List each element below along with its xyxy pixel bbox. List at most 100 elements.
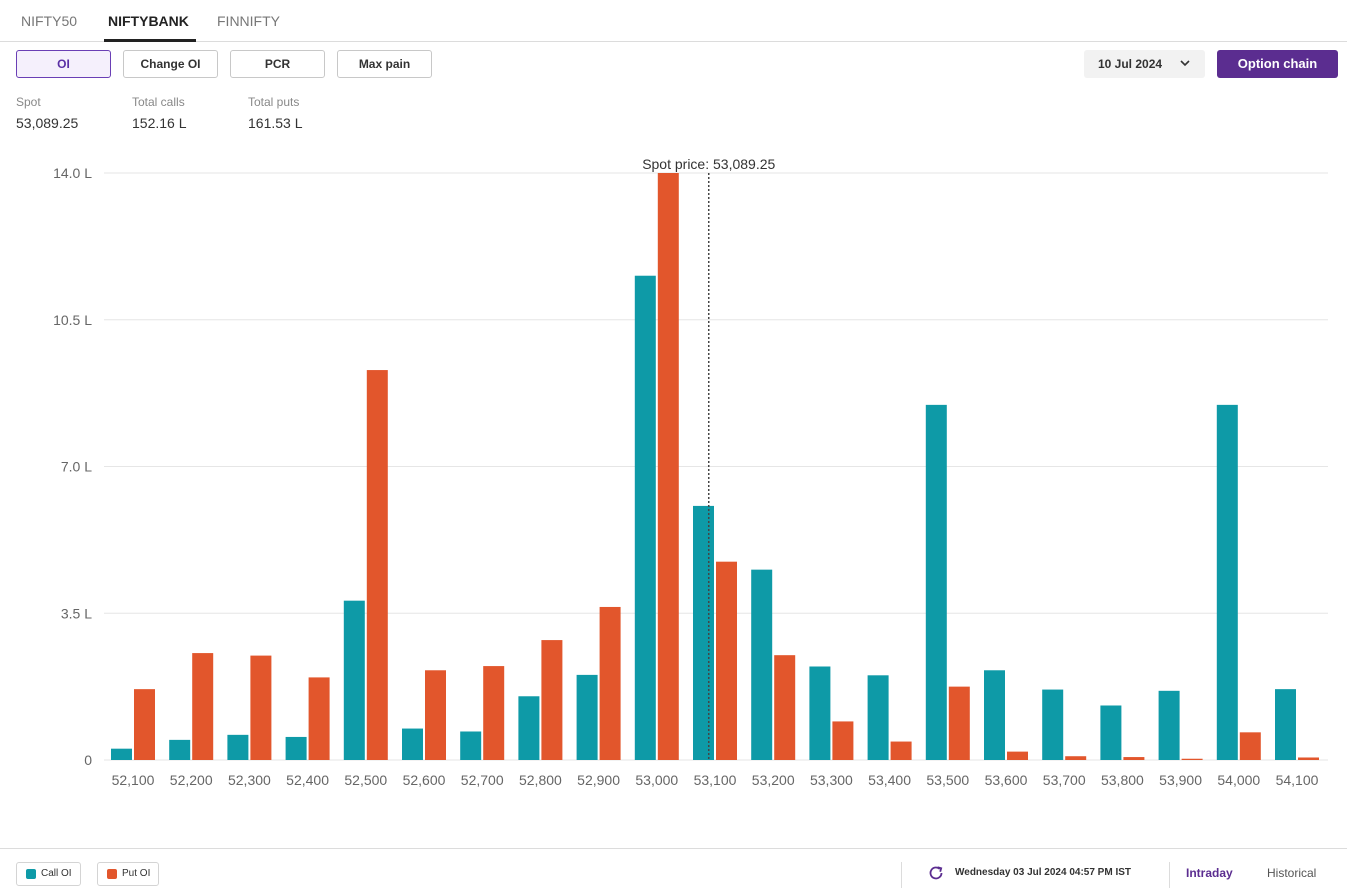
x-tick-label: 52,300 — [228, 772, 271, 788]
call-oi-bar — [1275, 689, 1296, 760]
option-chain-button[interactable]: Option chain — [1217, 50, 1338, 78]
pcr-button[interactable]: PCR — [230, 50, 325, 78]
tab-niftybank[interactable]: NIFTYBANK — [108, 0, 189, 42]
call-oi-bar — [460, 731, 482, 760]
oi-bar-chart: 0 3.5 L 7.0 L 10.5 L 14.0 L 52,100 52,200 52,30… — [53, 156, 1328, 788]
x-tick-label: 53,200 — [752, 772, 795, 788]
x-tick-label: 52,600 — [403, 772, 446, 788]
put-oi-bar — [1239, 732, 1261, 760]
call-oi-bar — [634, 275, 656, 760]
x-tick-label: 53,700 — [1043, 772, 1086, 788]
x-tick-label: 54,000 — [1217, 772, 1260, 788]
x-tick-label: 53,600 — [985, 772, 1028, 788]
y-tick-label: 10.5 L — [53, 312, 92, 328]
legend-call-oi[interactable]: Call OI — [16, 862, 81, 886]
x-tick-label: 53,800 — [1101, 772, 1144, 788]
put-oi-bar — [541, 640, 563, 760]
put-oi-bar — [250, 655, 272, 760]
oi-button[interactable]: OI — [16, 50, 111, 78]
x-tick-label: 53,500 — [926, 772, 969, 788]
put-oi-bar — [425, 670, 446, 760]
expiry-date-value: 10 Jul 2024 — [1098, 57, 1163, 71]
put-oi-bar — [1007, 751, 1028, 760]
x-tick-label: 53,400 — [868, 772, 911, 788]
call-oi-bar — [402, 728, 423, 760]
call-oi-bar — [343, 600, 365, 760]
x-tick-label: 52,100 — [112, 772, 155, 788]
max-pain-button[interactable]: Max pain — [337, 50, 432, 78]
call-oi-bar — [111, 748, 132, 760]
legend-put-oi-label: Put OI — [122, 868, 151, 879]
put-oi-bar — [774, 655, 796, 760]
total-calls-label: Total calls — [132, 95, 185, 109]
refresh-icon[interactable] — [927, 864, 945, 882]
chevron-down-icon — [1179, 50, 1191, 88]
total-calls-stat: Total calls 152.16 L — [132, 95, 187, 131]
intraday-link[interactable]: Intraday — [1186, 866, 1233, 880]
spot-price-label: Spot price: 53,089.25 — [642, 156, 775, 172]
put-oi-bar — [599, 606, 621, 760]
x-tick-label: 52,400 — [286, 772, 329, 788]
spot-value: 53,089.25 — [16, 115, 79, 131]
legend-put-oi[interactable]: Put OI — [97, 862, 160, 886]
call-oi-bar — [751, 569, 773, 760]
footer-divider — [1169, 862, 1170, 888]
call-oi-bar — [984, 670, 1005, 760]
x-tick-label: 52,500 — [344, 772, 387, 788]
x-tick-label: 54,100 — [1276, 772, 1319, 788]
call-oi-bar — [1042, 689, 1064, 760]
spot-stat: Spot 53,089.25 — [16, 95, 78, 131]
tab-nifty50[interactable]: NIFTY50 — [21, 0, 77, 42]
put-oi-bar — [716, 561, 737, 760]
y-tick-label: 7.0 L — [61, 459, 92, 475]
call-oi-bar — [576, 674, 598, 760]
call-oi-bar — [518, 696, 540, 760]
change-oi-button[interactable]: Change OI — [123, 50, 218, 78]
historical-link[interactable]: Historical — [1267, 866, 1316, 880]
tab-finnifty[interactable]: FINNIFTY — [217, 0, 280, 42]
x-tick-label: 53,100 — [694, 772, 737, 788]
footer-divider — [901, 862, 902, 888]
expiry-date-select[interactable]: 10 Jul 2024 — [1084, 50, 1205, 78]
total-puts-value: 161.53 L — [248, 115, 303, 131]
call-oi-bar — [1216, 404, 1238, 760]
x-tick-label: 52,200 — [170, 772, 213, 788]
x-tick-label: 53,300 — [810, 772, 853, 788]
put-oi-bar — [890, 741, 912, 760]
x-tick-label: 52,900 — [577, 772, 620, 788]
y-tick-label: 14.0 L — [53, 165, 92, 181]
put-oi-bar — [134, 689, 155, 760]
x-tick-label: 53,000 — [635, 772, 678, 788]
call-oi-bar — [1100, 705, 1122, 760]
put-oi-bar — [1065, 756, 1087, 760]
call-oi-bar — [809, 666, 831, 760]
x-tick-label: 53,900 — [1159, 772, 1202, 788]
put-oi-bar — [1123, 757, 1145, 760]
legend-call-oi-label: Call OI — [41, 868, 72, 879]
x-tick-label: 52,800 — [519, 772, 562, 788]
y-tick-label: 0 — [84, 752, 92, 768]
y-tick-label: 3.5 L — [61, 605, 92, 621]
total-puts-label: Total puts — [248, 95, 300, 109]
put-oi-bar — [948, 686, 970, 760]
put-oi-bar — [832, 721, 854, 760]
x-tick-label: 52,700 — [461, 772, 504, 788]
put-oi-bar — [366, 370, 388, 760]
put-oi-bar — [1181, 758, 1203, 760]
put-oi-bar — [192, 653, 214, 760]
index-tabs: NIFTY50 NIFTYBANK FINNIFTY — [0, 0, 1347, 42]
put-oi-bar — [308, 677, 330, 760]
call-oi-swatch — [26, 869, 36, 879]
call-oi-bar — [867, 675, 889, 760]
total-puts-stat: Total puts 161.53 L — [248, 95, 303, 131]
put-oi-bar — [483, 666, 505, 760]
put-oi-bar — [657, 173, 679, 760]
spot-label: Spot — [16, 95, 41, 109]
put-oi-swatch — [107, 869, 117, 879]
call-oi-bar — [1158, 690, 1180, 760]
chart-footer: Call OI Put OI Wednesday 03 Jul 2024 04:… — [0, 848, 1347, 891]
active-tab-indicator — [104, 39, 196, 42]
call-oi-bar — [227, 734, 249, 760]
call-oi-bar — [925, 404, 947, 760]
last-updated-timestamp: Wednesday 03 Jul 2024 04:57 PM IST — [955, 867, 1132, 878]
